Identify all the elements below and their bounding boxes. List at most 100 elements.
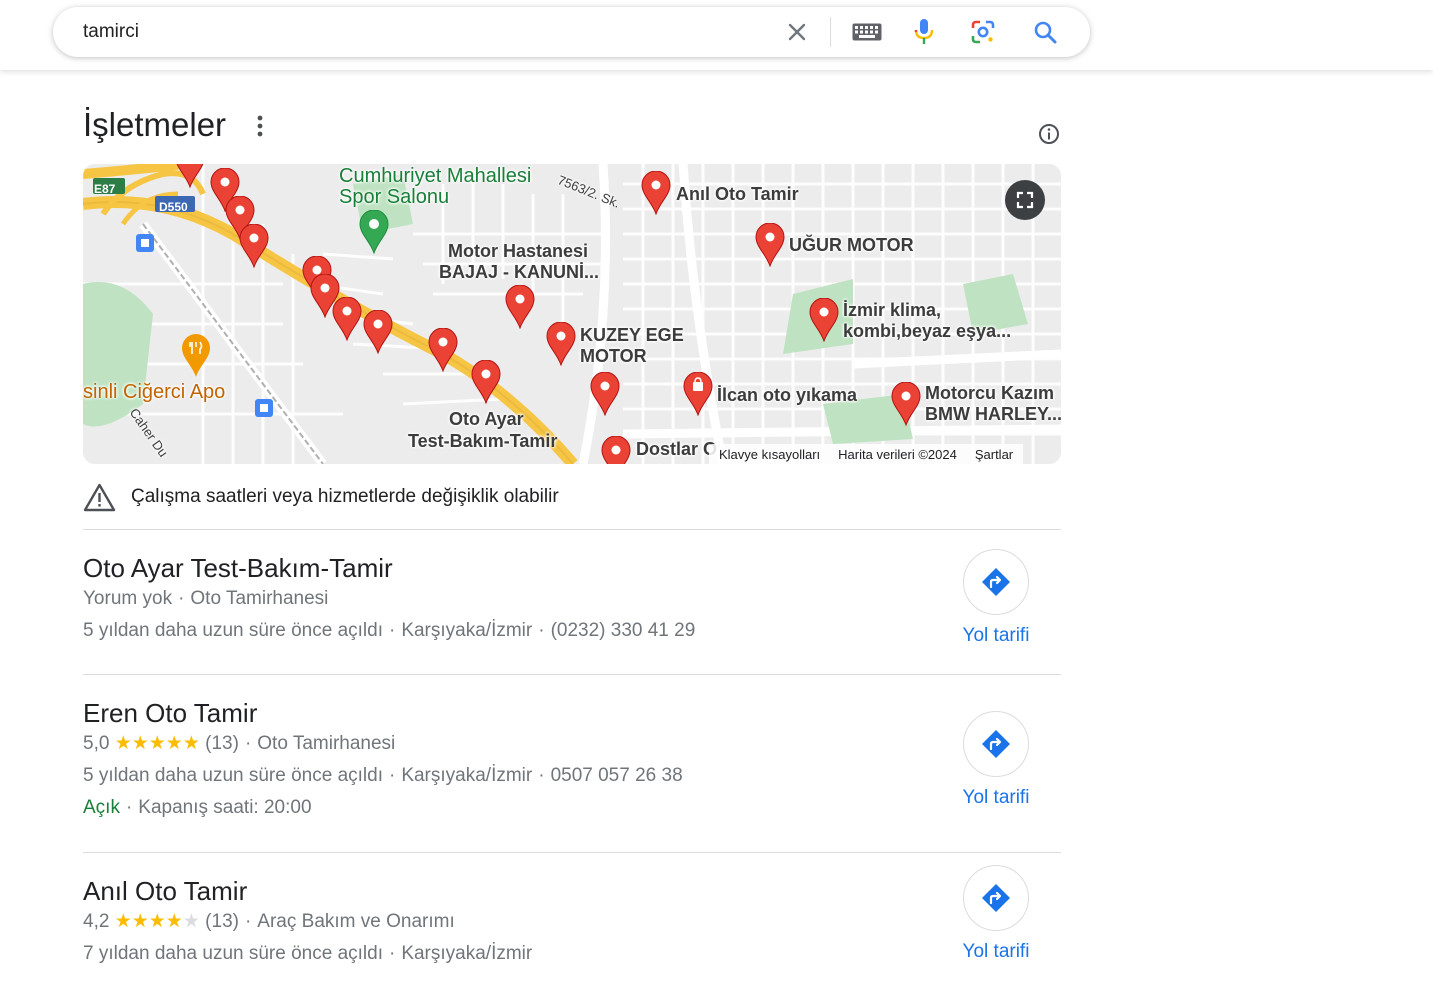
map-pin[interactable]: [428, 327, 458, 373]
directions-label[interactable]: Yol tarifi: [931, 625, 1061, 647]
map-expand-button[interactable]: [1005, 180, 1045, 220]
section-title: İşletmeler: [83, 106, 227, 143]
directions-circle[interactable]: [963, 711, 1029, 777]
business-details: 5 yıldan daha uzun süre önce açıldı · Karş…: [83, 765, 683, 786]
map-label-izmir-klima-2[interactable]: kombi,beyaz eşya...: [843, 321, 1011, 342]
directions-label[interactable]: Yol tarifi: [931, 941, 1061, 963]
search-box: [53, 7, 1090, 57]
rating-value: 4,2: [83, 911, 110, 932]
map-pin-restaurant[interactable]: [181, 334, 211, 378]
map-label-spor-salonu-1[interactable]: Cumhuriyet Mahallesi: [339, 166, 531, 187]
open-status: Açık: [83, 797, 120, 818]
business-details: 7 yıldan daha uzun süre önce açıldı · Karş…: [83, 943, 533, 964]
business-card[interactable]: Oto Ayar Test-Bakım-Tamir Yorum yok · Oto …: [83, 549, 1061, 646]
map-pin-motorcu[interactable]: [891, 381, 921, 427]
top-bar: [0, 0, 1433, 70]
more-options-icon[interactable]: [250, 113, 270, 139]
opened-text: 5 yıldan daha uzun süre önce açıldı: [83, 765, 383, 786]
search-divider: [830, 17, 831, 47]
divider: [83, 529, 1061, 530]
warning-icon: [83, 483, 116, 512]
map-pin[interactable]: [332, 296, 362, 342]
map-label-ilcan[interactable]: İlcan oto yıkama: [717, 385, 857, 406]
directions-button[interactable]: Yol tarifi: [931, 865, 1061, 963]
map-pin-ugur[interactable]: [755, 222, 785, 268]
map-pin-dostlar[interactable]: [601, 435, 631, 464]
business-name[interactable]: Eren Oto Tamir: [83, 698, 257, 729]
business-meta: 5,0 ★★★★★ (13) · Oto Tamirhanesi: [83, 733, 396, 754]
map-footer: Klavye kısayolları Harita verileri ©2024…: [709, 444, 1024, 464]
review-count[interactable]: (13): [205, 733, 239, 754]
keyboard-icon[interactable]: [851, 19, 883, 45]
business-card[interactable]: Anıl Oto Tamir 4,2 ★★★★★ (13) · Araç Bakım…: [83, 865, 1061, 967]
directions-circle[interactable]: [963, 865, 1029, 931]
rating-stars: ★★★★★: [114, 733, 200, 754]
directions-icon: [982, 730, 1010, 758]
business-meta: 4,2 ★★★★★ (13) · Araç Bakım ve Onarımı: [83, 911, 455, 932]
map-pin[interactable]: [239, 223, 269, 269]
business-hours: Açık · Kapanış saati: 20:00: [83, 797, 312, 818]
map-pin[interactable]: [175, 164, 205, 189]
map-pin-ilcan[interactable]: [683, 371, 713, 417]
map-label-anil[interactable]: Anıl Oto Tamir: [676, 184, 799, 205]
directions-icon: [982, 568, 1010, 596]
map-label-motor-hastanesi-1[interactable]: Motor Hastanesi: [448, 241, 588, 262]
microphone-icon[interactable]: [911, 19, 937, 45]
divider: [83, 852, 1061, 853]
map-pin-oto-ayar[interactable]: [471, 359, 501, 405]
map-label-dostlar[interactable]: Dostlar O: [636, 439, 717, 460]
map-label-spor-salonu-2[interactable]: Spor Salonu: [339, 187, 449, 208]
business-phone[interactable]: 0507 057 26 38: [551, 765, 683, 786]
business-category: Oto Tamirhanesi: [257, 733, 396, 754]
search-icon[interactable]: [1032, 19, 1058, 45]
map-pin-izmir-klima[interactable]: [809, 297, 839, 343]
map-label-kuzey-ege-2[interactable]: MOTOR: [580, 346, 647, 367]
map-label-oto-ayar-1[interactable]: Oto Ayar: [449, 409, 524, 430]
rating-value: 5,0: [83, 733, 110, 754]
directions-circle[interactable]: [963, 549, 1029, 615]
business-phone[interactable]: (0232) 330 41 29: [551, 620, 696, 641]
map-pin-motor-hastanesi[interactable]: [505, 284, 535, 330]
keyboard-shortcuts-link[interactable]: Klavye kısayolları: [719, 447, 820, 462]
road-label-d550: D550: [159, 200, 188, 214]
clear-icon[interactable]: [784, 19, 810, 45]
business-category: Araç Bakım ve Onarımı: [257, 911, 455, 932]
opened-text: 7 yıldan daha uzun süre önce açıldı: [83, 943, 383, 964]
business-card[interactable]: Eren Oto Tamir 5,0 ★★★★★ (13) · Oto Tamirh…: [83, 698, 1061, 821]
search-input[interactable]: [83, 7, 783, 57]
map-label-cigerci[interactable]: sinli Ciğerci Apo: [83, 382, 225, 403]
map-pin-green[interactable]: [359, 209, 389, 255]
expand-icon: [1016, 191, 1034, 209]
business-location: Karşıyaka/İzmir: [401, 620, 533, 641]
business-category: Oto Tamirhanesi: [190, 588, 329, 609]
directions-label[interactable]: Yol tarifi: [931, 787, 1061, 809]
lens-icon[interactable]: [970, 19, 996, 45]
terms-link[interactable]: Şartlar: [975, 447, 1013, 462]
map-pin[interactable]: [590, 371, 620, 417]
map-label-oto-ayar-2[interactable]: Test-Bakım-Tamir: [408, 431, 557, 452]
divider: [83, 674, 1061, 675]
map-label-izmir-klima-1[interactable]: İzmir klima,: [843, 300, 941, 321]
map-label-kuzey-ege-1[interactable]: KUZEY EGE: [580, 325, 684, 346]
review-count[interactable]: (13): [205, 911, 239, 932]
map-label-motorcu-1[interactable]: Motorcu Kazım: [925, 383, 1054, 404]
hours-warning: Çalışma saatleri veya hizmetlerde değişi…: [83, 480, 559, 514]
directions-button[interactable]: Yol tarifi: [931, 549, 1061, 647]
info-icon[interactable]: [1037, 122, 1061, 146]
map-pin-kuzey-ege[interactable]: [546, 321, 576, 367]
closing-time: Kapanış saati: 20:00: [138, 797, 312, 818]
map-label-motorcu-2[interactable]: BMW HARLEY...: [925, 404, 1061, 425]
warning-text: Çalışma saatleri veya hizmetlerde değişi…: [131, 486, 559, 507]
map-pin-anil[interactable]: [641, 170, 671, 216]
business-location: Karşıyaka/İzmir: [401, 765, 533, 786]
business-name[interactable]: Anıl Oto Tamir: [83, 876, 247, 907]
map-data-credit: Harita verileri ©2024: [838, 446, 957, 462]
map[interactable]: E87 D550 Cumhuriyet Mahallesi Spor Salon…: [83, 164, 1061, 464]
rating-stars: ★★★★★: [114, 911, 200, 932]
business-name[interactable]: Oto Ayar Test-Bakım-Tamir: [83, 553, 393, 584]
map-pin[interactable]: [363, 309, 393, 355]
directions-button[interactable]: Yol tarifi: [931, 711, 1061, 809]
map-label-motor-hastanesi-2[interactable]: BAJAJ - KANUNİ...: [439, 262, 599, 283]
map-label-ugur[interactable]: UĞUR MOTOR: [789, 235, 914, 256]
directions-icon: [982, 884, 1010, 912]
